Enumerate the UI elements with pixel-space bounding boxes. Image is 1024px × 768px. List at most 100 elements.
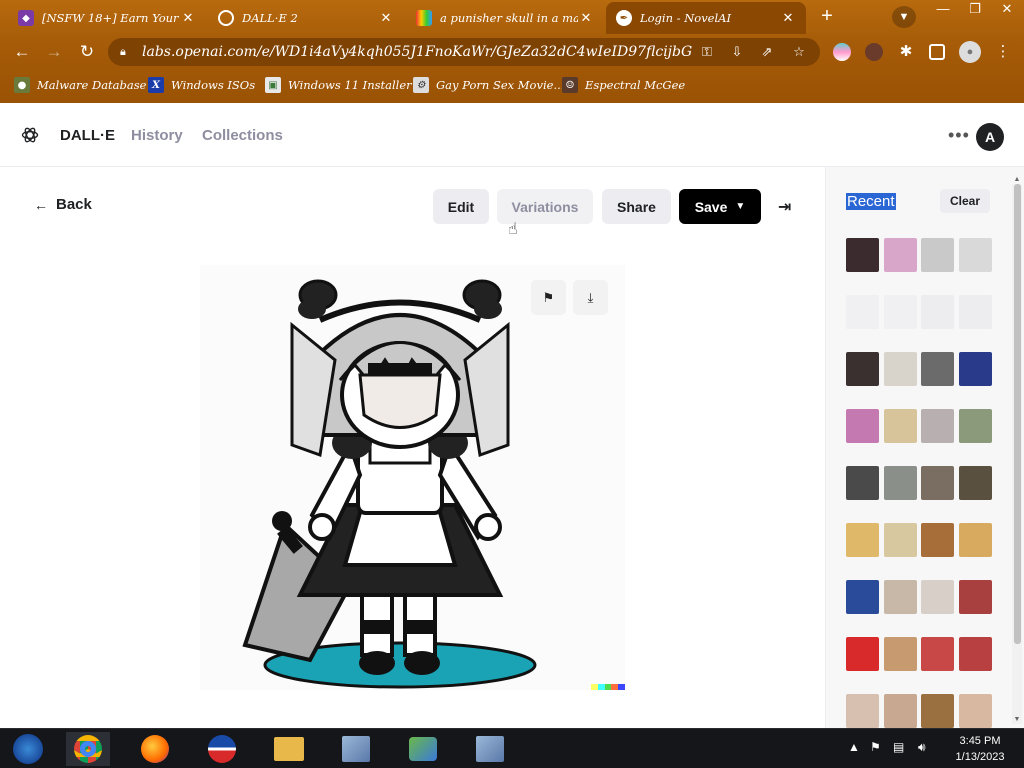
network-icon[interactable]: ▤ <box>893 740 904 754</box>
pride-extension-icon[interactable] <box>833 43 851 61</box>
history-thumbnail[interactable] <box>883 295 917 329</box>
bookmark-malware-database[interactable]: ● Malware Database <box>14 76 146 94</box>
history-thumbnail[interactable] <box>958 352 992 386</box>
clear-button[interactable]: Clear <box>940 189 990 213</box>
generated-image[interactable]: ⚑ ⤓ <box>200 265 625 690</box>
bookmark-windows-isos[interactable]: X Windows ISOs <box>148 76 255 94</box>
share-icon[interactable]: ⇗ <box>758 43 776 61</box>
more-icon[interactable]: ••• <box>948 125 970 146</box>
taskbar-network-app[interactable] <box>334 732 378 766</box>
minimize-button[interactable]: — <box>926 0 960 18</box>
tab-punisher[interactable]: a punisher skull in a maid ✕ <box>406 2 604 34</box>
taskbar-file-explorer[interactable] <box>267 732 311 766</box>
forward-arrow-icon[interactable]: → <box>43 42 65 62</box>
close-icon[interactable]: ✕ <box>180 10 196 26</box>
save-button[interactable]: Save ▼ <box>679 189 761 224</box>
history-thumbnail[interactable] <box>958 694 992 728</box>
address-bar[interactable]: 🔒︎ labs.openai.com/e/WD1i4aVy4kqh055J1Fn… <box>108 38 820 66</box>
new-tab-button[interactable]: + <box>815 6 839 28</box>
history-thumbnail[interactable] <box>958 580 992 614</box>
history-thumbnail[interactable] <box>921 238 955 272</box>
history-thumbnail[interactable] <box>846 238 879 272</box>
key-icon[interactable]: ⚿ <box>698 43 716 61</box>
tab-novelai[interactable]: ✒ Login - NovelAI ✕ <box>606 2 806 34</box>
back-arrow-icon[interactable]: ← <box>11 42 33 62</box>
history-thumbnail[interactable] <box>883 637 917 671</box>
star-icon[interactable]: ☆ <box>790 43 808 61</box>
nav-history[interactable]: History <box>131 127 183 144</box>
scrollbar-thumb[interactable] <box>1014 184 1021 644</box>
download-button[interactable]: ⤓ <box>573 280 608 315</box>
avatar-extension-icon[interactable] <box>865 43 883 61</box>
history-thumbnail[interactable] <box>846 409 879 443</box>
page-scrollbar[interactable] <box>1012 184 1022 724</box>
bookmark-gay-porn[interactable]: ⚙ Gay Porn Sex Movie... <box>413 76 564 94</box>
scroll-down-icon[interactable]: ▼ <box>1013 716 1021 723</box>
collapse-sidebar-icon[interactable]: ⇥ <box>778 197 791 217</box>
history-thumbnail[interactable] <box>846 694 879 728</box>
close-icon[interactable]: ✕ <box>578 10 594 26</box>
scroll-up-icon[interactable]: ▲ <box>1013 176 1021 183</box>
history-thumbnail[interactable] <box>846 637 879 671</box>
history-thumbnail[interactable] <box>921 637 955 671</box>
install-icon[interactable]: ⇩ <box>728 43 746 61</box>
taskbar-firefox[interactable] <box>133 732 177 766</box>
history-thumbnail[interactable] <box>958 466 992 500</box>
kebab-menu-icon[interactable]: ⋮ <box>994 43 1012 61</box>
taskbar-campaign-app[interactable] <box>200 732 244 766</box>
history-thumbnail[interactable] <box>958 238 992 272</box>
taskbar-chrome[interactable] <box>66 732 110 766</box>
puzzle-icon[interactable]: ✱ <box>897 43 915 61</box>
history-thumbnail[interactable] <box>958 637 992 671</box>
edit-button[interactable]: Edit <box>433 189 489 224</box>
restore-button[interactable]: ❐ <box>958 0 992 18</box>
share-button[interactable]: Share <box>602 189 671 224</box>
history-thumbnail[interactable] <box>921 694 955 728</box>
history-thumbnail[interactable] <box>958 295 992 329</box>
history-thumbnail[interactable] <box>958 409 992 443</box>
reload-icon[interactable]: ↻ <box>76 42 98 62</box>
window-close-button[interactable]: ✕ <box>990 0 1024 18</box>
history-thumbnail[interactable] <box>883 352 917 386</box>
start-button[interactable] <box>6 732 50 766</box>
history-thumbnail[interactable] <box>846 523 879 557</box>
nav-collections[interactable]: Collections <box>202 127 283 144</box>
history-thumbnail[interactable] <box>846 580 879 614</box>
history-thumbnail[interactable] <box>883 580 917 614</box>
volume-icon[interactable]: 🔊︎ <box>918 740 926 755</box>
show-hidden-icons[interactable]: ▲ <box>848 740 860 754</box>
taskbar-users-app[interactable] <box>401 732 445 766</box>
history-thumbnail[interactable] <box>921 409 955 443</box>
history-thumbnail[interactable] <box>921 352 955 386</box>
side-panel-icon[interactable] <box>929 44 945 60</box>
profile-icon[interactable]: ● <box>959 41 981 63</box>
close-icon[interactable]: ✕ <box>378 10 394 26</box>
close-icon[interactable]: ✕ <box>780 10 796 26</box>
action-center-flag-icon[interactable]: ⚑ <box>870 740 881 754</box>
history-thumbnail[interactable] <box>883 523 917 557</box>
history-thumbnail[interactable] <box>846 352 879 386</box>
report-flag-button[interactable]: ⚑ <box>531 280 566 315</box>
bookmark-windows-11-installer[interactable]: ▣ Windows 11 Installer <box>265 76 412 94</box>
history-thumbnail[interactable] <box>883 238 917 272</box>
tab-search-button[interactable]: ▼ <box>892 6 916 28</box>
history-thumbnail[interactable] <box>883 694 917 728</box>
openai-logo-icon[interactable] <box>20 125 40 145</box>
history-thumbnail[interactable] <box>921 523 955 557</box>
tab-nsfw[interactable]: ◆ [NSFW 18+] Earn Your Fr ✕ <box>8 2 206 34</box>
tab-dalle[interactable]: DALL·E 2 ✕ <box>208 2 404 34</box>
history-thumbnail[interactable] <box>921 295 955 329</box>
back-button[interactable]: ← Back <box>34 196 92 213</box>
history-thumbnail[interactable] <box>921 466 955 500</box>
history-thumbnail[interactable] <box>883 409 917 443</box>
avatar[interactable]: A <box>976 123 1004 151</box>
history-thumbnail[interactable] <box>846 466 879 500</box>
brand-link[interactable]: DALL·E <box>60 127 115 144</box>
taskbar-network-app-2[interactable] <box>468 732 512 766</box>
history-thumbnail[interactable] <box>921 580 955 614</box>
history-thumbnail[interactable] <box>883 466 917 500</box>
history-thumbnail[interactable] <box>958 523 992 557</box>
system-clock[interactable]: 3:45 PM 1/13/2023 <box>950 733 1010 765</box>
history-thumbnail[interactable] <box>846 295 879 329</box>
bookmark-espectral-mcgee[interactable]: ☺ Espectral McGee <box>562 76 685 94</box>
